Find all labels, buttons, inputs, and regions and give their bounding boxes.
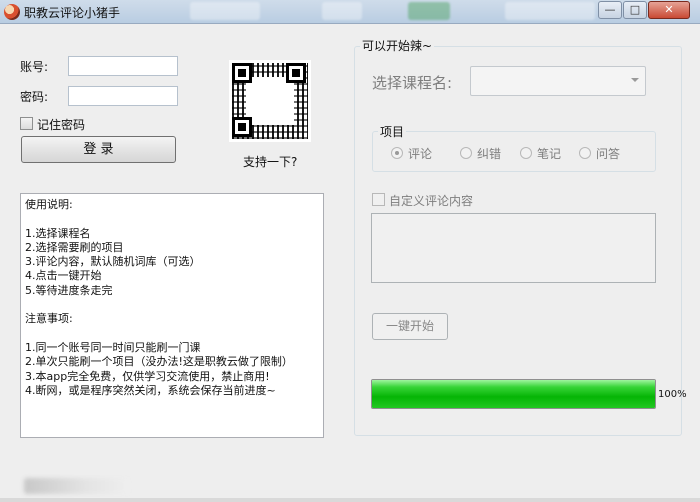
background-window-blur xyxy=(190,2,260,20)
course-select[interactable] xyxy=(470,66,646,96)
blurred-status xyxy=(24,478,128,494)
instruction-line xyxy=(25,327,319,341)
maximize-icon: □ xyxy=(629,3,641,16)
qr-caption: 支持一下? xyxy=(243,155,298,169)
app-icon xyxy=(4,4,20,20)
radio-notes[interactable] xyxy=(520,147,532,159)
background-window-blur xyxy=(322,2,362,20)
instruction-line: 2.选择需要刷的项目 xyxy=(25,240,124,254)
instruction-line: 4.点击一键开始 xyxy=(25,269,102,283)
instruction-line: 注意事项: xyxy=(25,312,73,326)
panel-title: 可以开始辣~ xyxy=(360,37,435,54)
custom-comment-checkbox[interactable] xyxy=(372,193,385,206)
radio-comment-label: 评论 xyxy=(408,147,433,161)
instruction-line: 1.选择课程名 xyxy=(25,226,91,240)
progress-fill xyxy=(372,380,655,408)
password-label: 密码: xyxy=(20,90,49,104)
instructions-textbox[interactable]: 使用说明: 1.选择课程名 2.选择需要刷的项目 3.评论内容，默认随机词库（可… xyxy=(20,193,324,438)
items-group-label: 项目 xyxy=(378,123,407,140)
remember-password-label: 记住密码 xyxy=(37,118,86,132)
qr-finder xyxy=(232,117,252,137)
remember-password-checkbox[interactable] xyxy=(20,117,33,130)
instruction-line xyxy=(25,212,319,226)
chevron-down-icon xyxy=(631,78,639,82)
radio-correction[interactable] xyxy=(460,147,472,159)
radio-correction-label: 纠错 xyxy=(477,147,502,161)
instruction-line: 2.单次只能刷一个项目（没办法!这是职教云做了限制） xyxy=(25,355,293,369)
qr-code-center xyxy=(246,77,294,125)
instruction-line: 使用说明: xyxy=(25,198,73,211)
instruction-line: 3.评论内容，默认随机词库（可选） xyxy=(25,255,201,269)
account-input[interactable] xyxy=(68,56,178,76)
close-button[interactable]: ✕ xyxy=(648,1,690,19)
account-label: 账号: xyxy=(20,60,49,74)
instruction-line xyxy=(25,298,319,312)
login-button[interactable]: 登 录 xyxy=(21,136,176,163)
qr-finder xyxy=(286,63,306,83)
custom-comment-label: 自定义评论内容 xyxy=(389,194,474,208)
maximize-button[interactable]: □ xyxy=(623,1,647,19)
custom-comment-textarea[interactable] xyxy=(371,213,656,283)
course-label: 选择课程名: xyxy=(372,74,453,92)
radio-notes-label: 笔记 xyxy=(537,147,562,161)
radio-comment[interactable] xyxy=(391,147,403,159)
close-icon: ✕ xyxy=(664,3,674,16)
qr-finder xyxy=(232,63,252,83)
instruction-line: 1.同一个账号同一时间只能刷一门课 xyxy=(25,340,201,354)
instruction-line: 3.本app完全免费，仅供学习交流使用，禁止商用! xyxy=(25,369,270,383)
radio-qa[interactable] xyxy=(579,147,591,159)
background-window-blur xyxy=(505,2,595,20)
progress-percent: 100% xyxy=(658,389,687,400)
start-button[interactable]: 一键开始 xyxy=(372,313,448,340)
minimize-icon: — xyxy=(604,3,616,16)
title-bar[interactable]: 职教云评论小猪手 — □ ✕ xyxy=(0,0,700,24)
window-title: 职教云评论小猪手 xyxy=(24,6,121,20)
minimize-button[interactable]: — xyxy=(598,1,622,19)
background-window-blur xyxy=(408,2,450,20)
radio-qa-label: 问答 xyxy=(596,147,621,161)
instruction-line: 5.等待进度条走完 xyxy=(25,283,113,297)
window-bottom-edge xyxy=(0,498,700,502)
instruction-line: 4.断网，或是程序突然关闭，系统会保存当前进度~ xyxy=(25,383,276,397)
progress-bar xyxy=(371,379,656,409)
password-input[interactable] xyxy=(68,86,178,106)
